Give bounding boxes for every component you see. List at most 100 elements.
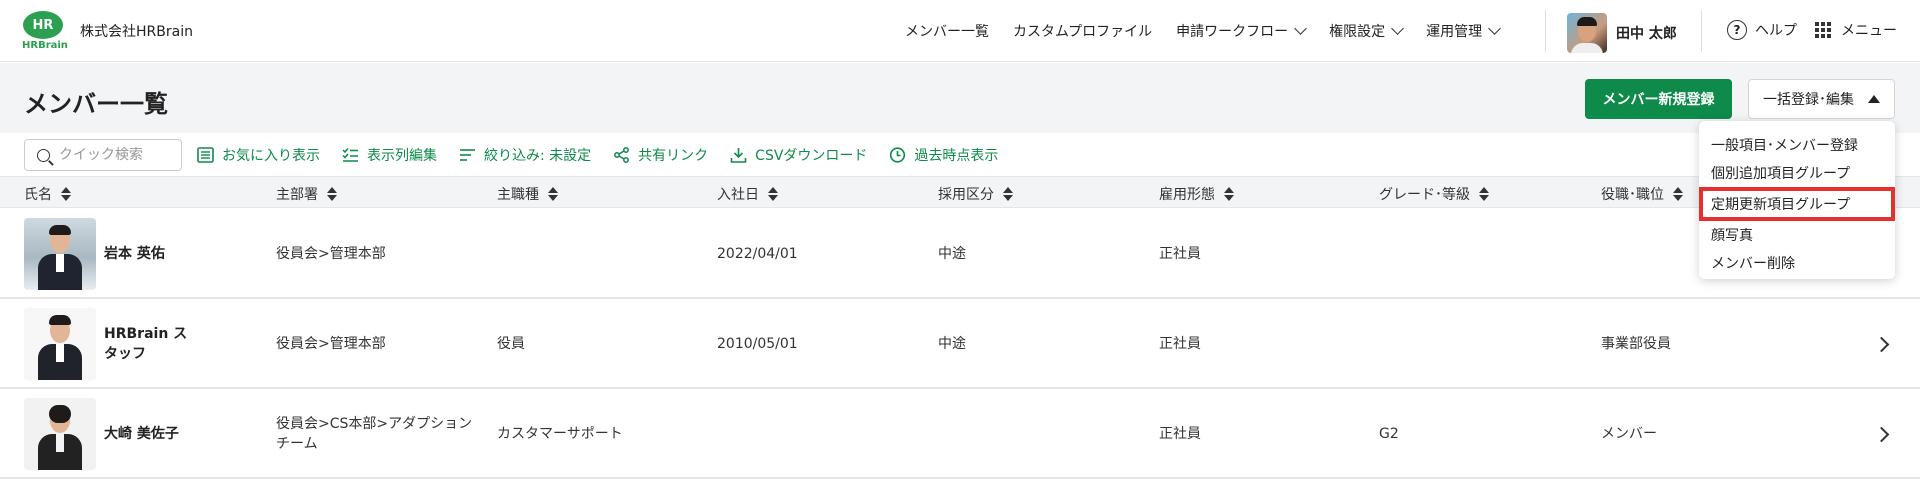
bulk-edit-label: 一括登録･編集 [1763,92,1854,108]
sort-icon [768,187,778,201]
table-header: 氏名 主部署 主職種 入社日 採用区分 雇用形態 グレード･等級 役職･職位 [0,176,1920,208]
nav-member-list[interactable]: メンバー一覧 [905,21,989,41]
nav-label: 申請ワークフロー [1176,24,1289,40]
sort-icon [61,187,71,201]
chevron-down-icon [1391,22,1405,35]
csv-download-button[interactable]: CSVダウンロード [730,145,867,165]
column-header-dept[interactable]: 主部署 [276,184,337,204]
search-icon [37,148,50,162]
member-position: メンバー [1601,426,1657,442]
menu-item-custom-group[interactable]: 個別追加項目グループ [1699,159,1895,187]
app-header: HR HRBrain 株式会社HRBrain メンバー一覧 カスタムプロファイル… [0,0,1920,62]
search-input[interactable] [59,147,174,163]
column-label: 入社日 [717,187,759,203]
list-icon [197,147,214,163]
sort-icon [1479,187,1489,201]
hrbrain-logo[interactable]: HR HRBrain [22,11,68,53]
menu-button[interactable]: メニュー [1815,20,1897,40]
help-icon: ? [1727,20,1747,40]
favorites-button[interactable]: お気に入り表示 [197,145,320,165]
column-header-job[interactable]: 主職種 [497,184,558,204]
column-header-position[interactable]: 役職･職位 [1601,184,1683,204]
header-divider [1701,10,1702,52]
past-view-label: 過去時点表示 [914,148,999,164]
chevron-right-icon[interactable] [1873,336,1890,353]
member-job: 役員 [497,336,525,352]
nav-permissions[interactable]: 権限設定 [1329,21,1405,41]
member-dept: 役員会>管理本部 [276,246,386,262]
member-name[interactable]: HRBrain ス タッフ [104,324,187,364]
column-label: グレード･等級 [1379,187,1470,203]
member-photo [24,308,96,380]
nav-operations[interactable]: 運用管理 [1426,21,1502,41]
column-header-name[interactable]: 氏名 [24,184,71,204]
menu-item-periodic-update-group[interactable]: 定期更新項目グループ [1699,187,1895,221]
sort-icon [1673,187,1683,201]
column-label: 役職･職位 [1601,187,1664,203]
column-label: 氏名 [24,187,52,203]
caret-up-icon [1868,95,1880,103]
member-joined: 2010/05/01 [717,336,798,352]
help-label: ヘルプ [1755,23,1797,39]
table-row[interactable]: HRBrain ス タッフ 役員会>管理本部 役員 2010/05/01 中途 … [0,299,1920,389]
csv-download-label: CSVダウンロード [755,148,868,164]
member-name[interactable]: 岩本 英佑 [104,244,165,264]
clock-icon [890,147,906,163]
member-name-line: タッフ [104,346,146,362]
nav-workflow[interactable]: 申請ワークフロー [1176,21,1308,41]
column-label: 主職種 [497,187,539,203]
logo-mark: HR [23,11,63,39]
member-employment: 正社員 [1159,336,1201,352]
past-view-button[interactable]: 過去時点表示 [889,145,998,165]
nav-label: 権限設定 [1329,24,1386,40]
member-dept: 役員会>CS本部>アダプション チーム [276,414,472,454]
page-title: メンバー一覧 [24,90,168,118]
logo-word: HRBrain [22,40,68,51]
company-name: 株式会社HRBrain [80,24,193,40]
sort-icon [1003,187,1013,201]
nav-label: 運用管理 [1426,24,1483,40]
menu-item-face-photo[interactable]: 顔写真 [1699,221,1895,249]
member-dept-line: 役員会>CS本部>アダプション [276,416,473,432]
member-name[interactable]: 大崎 美佐子 [104,424,179,444]
bulk-edit-button[interactable]: 一括登録･編集 [1748,79,1895,119]
add-member-button[interactable]: メンバー新規登録 [1585,79,1732,119]
table-row[interactable]: 岩本 英佑 役員会>管理本部 2022/04/01 中途 正社員 [0,209,1920,299]
share-link-button[interactable]: 共有リンク [613,145,708,165]
filter-icon [460,149,475,161]
member-dept-line: チーム [276,436,318,452]
sort-icon [1224,187,1234,201]
column-label: 採用区分 [938,187,994,203]
column-header-employment[interactable]: 雇用形態 [1159,184,1234,204]
member-photo [24,218,96,290]
column-header-joined[interactable]: 入社日 [717,184,778,204]
menu-item-general-registration[interactable]: 一般項目･メンバー登録 [1699,131,1895,159]
table-row[interactable]: 大崎 美佐子 役員会>CS本部>アダプション チーム カスタマーサポート 正社員… [0,389,1920,479]
column-header-grade[interactable]: グレード･等級 [1379,184,1489,204]
member-photo [24,398,96,470]
column-header-hire-type[interactable]: 採用区分 [938,184,1013,204]
sort-icon [548,187,558,201]
toolbar-actions: お気に入り表示 表示列編集 絞り込み: 未設定 共有リンク CSVダウンロード … [197,134,1020,176]
user-menu[interactable]: 田中 太郎 [1567,13,1677,53]
filter-button[interactable]: 絞り込み: 未設定 [459,145,591,165]
quick-search[interactable] [24,139,182,171]
menu-item-delete-member[interactable]: メンバー削除 [1699,249,1895,277]
help-button[interactable]: ? ヘルプ [1727,20,1797,40]
nav-label: カスタムプロファイル [1013,24,1153,40]
nav-label: メンバー一覧 [905,24,989,40]
member-dept: 役員会>管理本部 [276,336,386,352]
chevron-right-icon[interactable] [1873,426,1890,443]
member-employment: 正社員 [1159,426,1201,442]
member-name-line: HRBrain ス [104,326,188,342]
menu-label: メニュー [1841,23,1897,39]
column-label: 主部署 [276,187,318,203]
table-toolbar: お気に入り表示 表示列編集 絞り込み: 未設定 共有リンク CSVダウンロード … [0,134,1920,176]
favorites-label: お気に入り表示 [222,148,320,164]
columns-edit-button[interactable]: 表示列編集 [342,145,437,165]
nav-custom-profile[interactable]: カスタムプロファイル [1013,21,1152,41]
chevron-down-icon [1294,22,1308,35]
share-link-label: 共有リンク [638,148,709,164]
header-divider [1545,10,1546,52]
sort-icon [327,187,337,201]
